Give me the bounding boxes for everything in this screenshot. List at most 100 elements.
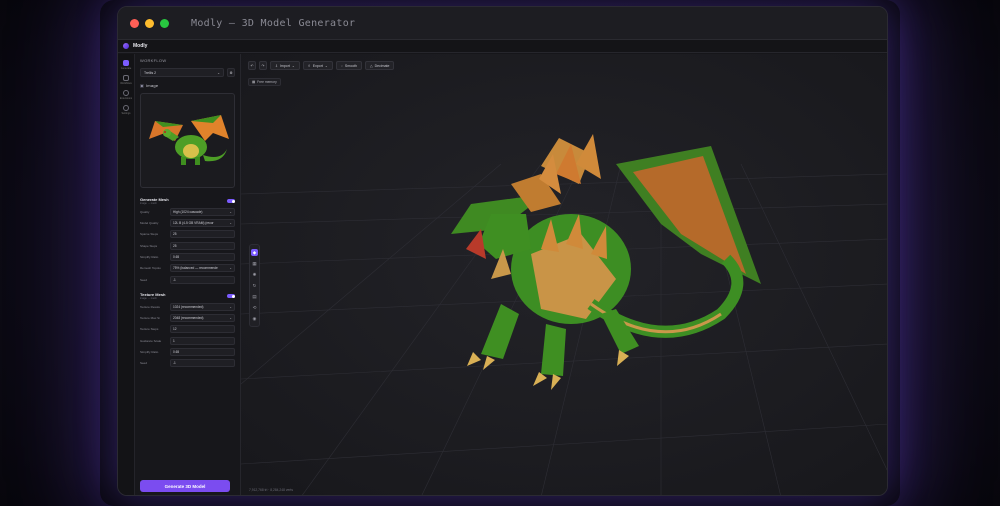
- image-dropzone[interactable]: [140, 93, 235, 188]
- camera-icon: ◉: [252, 315, 257, 321]
- param-select[interactable]: High (1024 cascade) ⌄: [170, 207, 235, 216]
- export-button[interactable]: ⇧ Export ⌄: [302, 61, 333, 70]
- image-label: Image: [145, 83, 159, 88]
- rail-item-settings[interactable]: Settings: [118, 105, 134, 115]
- param-input[interactable]: -1: [170, 275, 235, 284]
- import-button[interactable]: ⇩ Import ⌄: [270, 61, 300, 70]
- chevron-down-icon: ⌄: [217, 70, 220, 75]
- param-input[interactable]: -1: [170, 359, 235, 368]
- chevron-down-icon: ⌄: [291, 63, 295, 68]
- memory-icon: ▦: [252, 80, 256, 84]
- param-value: 1024 (recommended): [173, 304, 204, 309]
- param-input[interactable]: 25: [170, 241, 235, 250]
- rail-item-label: Workflows: [120, 82, 132, 85]
- app-logo-icon: [123, 43, 129, 49]
- maximize-window-button[interactable]: [160, 18, 169, 28]
- param-input[interactable]: 12: [170, 325, 235, 334]
- param-row: Simplify Ratio 0.65: [140, 252, 235, 261]
- rail-item-label: Extensions: [119, 97, 133, 100]
- rail-item-generate[interactable]: Generate: [118, 60, 134, 70]
- redo-button[interactable]: ↷: [259, 61, 267, 70]
- mesh-stats: 7,912,768 tri · 8,284,248 verts: [249, 488, 293, 492]
- 3d-viewport[interactable]: ↶ ↷ ⇩ Import ⌄ ⇧ Export ⌄ ◌ Smooth △ Dec…: [241, 54, 887, 495]
- rail-item-workflows[interactable]: Workflows: [118, 75, 134, 85]
- smooth-button[interactable]: ◌ Smooth: [335, 61, 362, 70]
- minimize-window-button[interactable]: [145, 18, 154, 28]
- param-label: Seed: [140, 361, 148, 366]
- param-label: Guidance Scale: [140, 338, 162, 343]
- param-select[interactable]: 75% (balanced — recommende ⌄: [170, 264, 235, 273]
- workflows-icon: [123, 75, 129, 81]
- param-value: 25: [173, 243, 177, 248]
- app-header: Modly: [118, 40, 887, 53]
- rail-item-extensions[interactable]: Extensions: [118, 90, 134, 100]
- reset-view-button[interactable]: ⟲: [251, 304, 258, 311]
- chevron-down-icon: ⌄: [229, 316, 232, 321]
- texture-view-button[interactable]: ▤: [251, 293, 258, 300]
- param-label: Quality: [140, 209, 150, 214]
- wireframe-view-button[interactable]: ▦: [251, 260, 258, 267]
- param-input[interactable]: 1: [170, 336, 235, 345]
- param-value: 75% (balanced — recommende: [173, 266, 218, 271]
- undo-button[interactable]: ↶: [248, 61, 256, 70]
- close-window-button[interactable]: [130, 18, 139, 28]
- param-row: Seed -1: [140, 359, 235, 368]
- generate-mesh-toggle[interactable]: [227, 199, 235, 203]
- texture-icon: ▤: [252, 293, 257, 299]
- param-select[interactable]: 1024 (recommended) ⌄: [170, 302, 235, 311]
- param-input[interactable]: 0.65: [170, 348, 235, 357]
- sun-icon: ✺: [252, 271, 257, 277]
- rail-item-label: Generate: [120, 67, 132, 70]
- param-select[interactable]: 12L B (4-5 GB VRAM) (recor ⌄: [170, 219, 235, 228]
- param-select[interactable]: 2048 (recommended) ⌄: [170, 314, 235, 323]
- texture-mesh-header: Texture Mesh image → mesh: [140, 292, 235, 300]
- param-value: 0.65: [173, 254, 180, 259]
- workflow-select[interactable]: Trellis 2 ⌄: [140, 68, 224, 77]
- param-label: Texture Steps: [140, 327, 159, 332]
- gear-icon: [123, 105, 129, 111]
- param-label: Texture Resolu: [140, 304, 161, 309]
- screenshot-button[interactable]: ◉: [251, 315, 258, 322]
- rotate-icon: ↻: [252, 282, 257, 288]
- param-value: 1: [173, 338, 175, 343]
- texture-mesh-subtitle: image → mesh: [140, 297, 157, 301]
- chevron-down-icon: ⌄: [229, 209, 232, 214]
- generate-mesh-subtitle: image → mesh: [140, 202, 157, 205]
- param-value: 12: [173, 327, 177, 332]
- settings-icon: ⚙: [229, 70, 233, 75]
- decimate-button[interactable]: △ Decimate: [364, 61, 395, 70]
- param-label: Sparse Steps: [140, 232, 159, 237]
- param-value: -1: [173, 277, 176, 282]
- rotate-button[interactable]: ↻: [251, 282, 258, 289]
- param-row: Sparse Steps 25: [140, 230, 235, 239]
- export-icon: ⇧: [307, 63, 311, 68]
- param-row: Simplify Ratio 0.65: [140, 348, 235, 357]
- texture-mesh-toggle[interactable]: [227, 294, 235, 299]
- chevron-down-icon: ⌄: [229, 304, 232, 309]
- cube-icon: ◆: [252, 249, 257, 255]
- window-title: Modly — 3D Model Generator: [191, 17, 356, 29]
- lighting-button[interactable]: ✺: [251, 271, 258, 278]
- param-row: Texture Steps 12: [140, 325, 235, 334]
- image-icon: ▣: [140, 83, 144, 88]
- redo-icon: ↷: [261, 63, 265, 68]
- param-input[interactable]: 25: [170, 230, 235, 239]
- param-row: Shape Steps 25: [140, 241, 235, 250]
- solid-view-button[interactable]: ◆: [251, 249, 258, 256]
- param-row: Remesh Topolo 75% (balanced — recommende ⌄: [140, 264, 235, 273]
- smooth-label: Smooth: [344, 63, 357, 68]
- free-memory-label: Free memory: [257, 80, 277, 84]
- free-memory-button[interactable]: ▦ Free memory: [248, 78, 281, 86]
- generate-mesh-header: Generate Mesh image → mesh: [140, 197, 235, 205]
- chevron-down-icon: ⌄: [229, 221, 232, 226]
- title-bar: Modly — 3D Model Generator: [118, 7, 887, 40]
- param-value: -1: [173, 361, 176, 366]
- import-icon: ⇩: [275, 63, 278, 68]
- generate-3d-model-button[interactable]: Generate 3D Model: [140, 480, 230, 492]
- param-label: Texture Max Si: [140, 316, 160, 321]
- workflow-settings-button[interactable]: ⚙: [227, 68, 235, 77]
- parameters-panel: WORKFLOW Trellis 2 ⌄ ⚙ ▣ Image Generate …: [135, 54, 241, 495]
- app-name: Modly: [133, 43, 148, 49]
- decimate-icon: △: [369, 63, 373, 68]
- param-input[interactable]: 0.65: [170, 252, 235, 261]
